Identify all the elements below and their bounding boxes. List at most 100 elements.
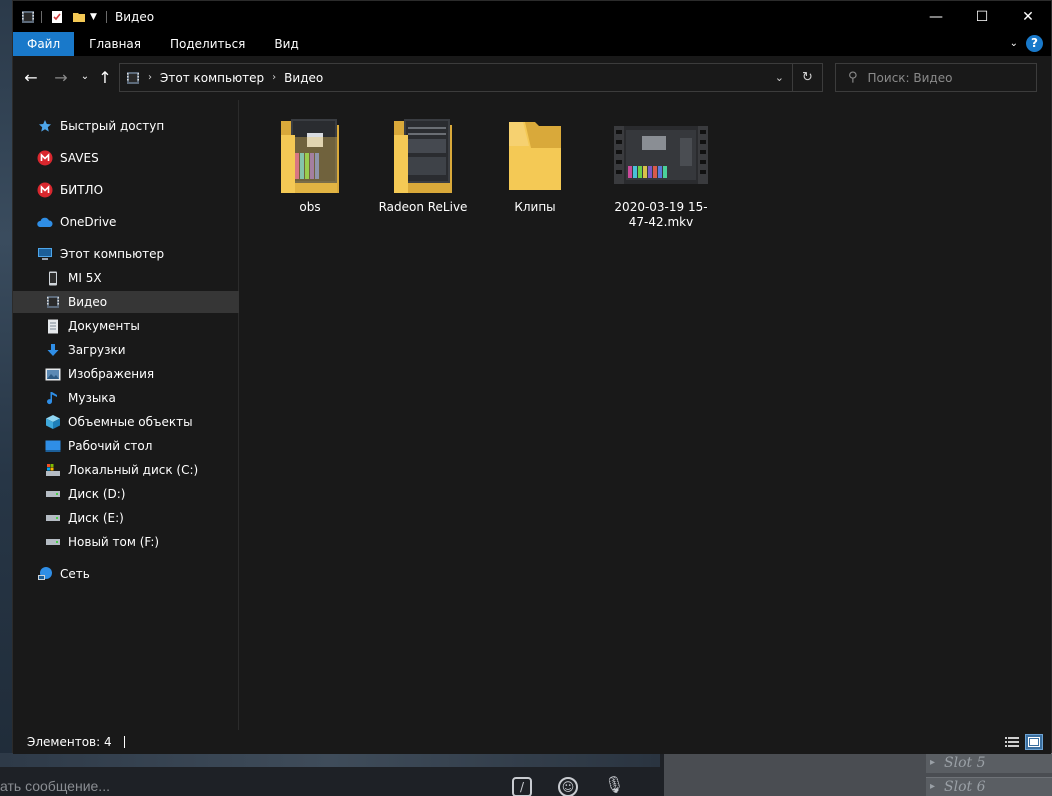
- close-button[interactable]: ✕: [1005, 1, 1051, 32]
- window-controls: — ☐ ✕: [913, 1, 1051, 32]
- sidebar-item-drive-c[interactable]: Локальный диск (C:): [13, 459, 239, 481]
- sidebar-item-pictures[interactable]: Изображения: [13, 363, 239, 385]
- large-icons-view-icon[interactable]: [1025, 734, 1043, 750]
- background-message-input[interactable]: ать сообщение...: [0, 778, 500, 796]
- phone-icon: [45, 270, 61, 286]
- sidebar-item-mi5x[interactable]: MI 5X: [13, 267, 239, 289]
- system-drive-icon: [45, 462, 61, 478]
- microphone-icon[interactable]: 🎙: [604, 777, 624, 796]
- sidebar-item-label: Диск (D:): [68, 487, 126, 501]
- up-arrow-icon[interactable]: ↑: [95, 68, 115, 87]
- tab-home[interactable]: Главная: [74, 32, 155, 56]
- breadcrumb-chevron-icon[interactable]: ›: [148, 72, 152, 83]
- emoji-icon[interactable]: ☺: [558, 777, 578, 796]
- sidebar-item-label: Объемные объекты: [68, 415, 193, 429]
- folder-icon: [487, 112, 583, 198]
- item-count: Элементов: 4: [27, 735, 112, 749]
- video-thumbnail-icon: [613, 112, 709, 198]
- sidebar-item-music[interactable]: Музыка: [13, 387, 239, 409]
- ribbon-expand-icon[interactable]: ⌄: [1010, 38, 1018, 49]
- desktop-icon: [45, 438, 61, 454]
- maximize-button[interactable]: ☐: [959, 1, 1005, 32]
- title-separator: [106, 10, 107, 23]
- drive-icon: [45, 486, 61, 502]
- star-icon: [37, 118, 53, 134]
- sidebar-item-drive-d[interactable]: Диск (D:): [13, 483, 239, 505]
- sidebar-item-label: Локальный диск (C:): [68, 463, 199, 477]
- help-icon[interactable]: ?: [1026, 35, 1043, 52]
- title-separator: [41, 10, 42, 23]
- new-folder-icon[interactable]: [72, 10, 86, 24]
- tab-view[interactable]: Вид: [259, 32, 312, 56]
- title-bar: ▼ Видео — ☐ ✕: [13, 1, 1051, 32]
- sidebar-item-quick-access[interactable]: Быстрый доступ: [13, 115, 239, 137]
- file-item-radeon-relive[interactable]: Radeon ReLive: [375, 112, 471, 215]
- file-label: obs: [299, 200, 321, 214]
- document-icon: [45, 318, 61, 334]
- mega-icon: [37, 182, 53, 198]
- sidebar-item-label: Музыка: [68, 391, 116, 405]
- sidebar-item-3d-objects[interactable]: Объемные объекты: [13, 411, 239, 433]
- recent-locations-chevron-icon[interactable]: ⌄: [75, 71, 95, 82]
- tab-share[interactable]: Поделиться: [155, 32, 259, 56]
- refresh-icon[interactable]: ↻: [792, 64, 822, 91]
- slot-item[interactable]: Slot 5: [926, 753, 1052, 773]
- background-app-bar: ать сообщение... / ☺ 🎙 Slot 5 Slot 6: [0, 753, 1052, 796]
- sidebar-item-drive-e[interactable]: Диск (E:): [13, 507, 239, 529]
- download-icon: [45, 342, 61, 358]
- sidebar-item-this-pc[interactable]: Этот компьютер: [13, 243, 239, 265]
- address-dropdown-icon[interactable]: ⌄: [775, 71, 784, 84]
- cube-icon: [45, 414, 61, 430]
- sidebar-item-video[interactable]: Видео: [13, 291, 239, 313]
- search-icon: ⚲: [848, 70, 858, 85]
- sidebar-item-label: Документы: [68, 319, 140, 333]
- tab-file[interactable]: Файл: [13, 32, 75, 56]
- drive-icon: [45, 510, 61, 526]
- navigation-pane: Быстрый доступ SAVES БИТЛО OneDrive Этот…: [13, 100, 239, 730]
- file-item-obs[interactable]: obs: [262, 112, 358, 215]
- sidebar-item-label: OneDrive: [60, 215, 117, 229]
- mega-icon: [37, 150, 53, 166]
- sidebar-item-label: БИТЛО: [60, 183, 104, 197]
- address-bar[interactable]: › Этот компьютер › Видео ⌄ ↻: [119, 63, 823, 92]
- sidebar-item-label: MI 5X: [68, 271, 102, 285]
- sidebar-item-saves[interactable]: SAVES: [13, 147, 239, 169]
- sidebar-item-label: Загрузки: [68, 343, 126, 357]
- breadcrumb-video[interactable]: Видео: [284, 71, 323, 85]
- folder-preview-icon: [262, 112, 358, 198]
- background-strip: [0, 753, 660, 767]
- background-slots-panel: Slot 5 Slot 6: [664, 753, 1052, 796]
- sidebar-item-bitlo[interactable]: БИТЛО: [13, 179, 239, 201]
- search-input[interactable]: [867, 70, 1028, 85]
- video-folder-icon: [21, 10, 35, 24]
- view-switcher: [1003, 734, 1043, 750]
- ribbon-right-controls: ⌄ ?: [1010, 35, 1043, 52]
- breadcrumb-chevron-icon[interactable]: ›: [272, 72, 276, 83]
- forward-arrow-icon[interactable]: →: [51, 68, 71, 87]
- quick-access-dropdown-icon[interactable]: ▼: [90, 10, 100, 24]
- network-icon: [37, 566, 53, 582]
- file-label: Клипы: [514, 200, 556, 214]
- minimize-button[interactable]: —: [913, 1, 959, 32]
- sidebar-item-label: Быстрый доступ: [60, 119, 165, 133]
- picture-icon: [45, 366, 61, 382]
- properties-icon[interactable]: [50, 10, 64, 24]
- sidebar-item-desktop[interactable]: Рабочий стол: [13, 435, 239, 457]
- details-view-icon[interactable]: [1003, 734, 1021, 750]
- sidebar-item-documents[interactable]: Документы: [13, 315, 239, 337]
- slash-command-icon[interactable]: /: [512, 777, 532, 796]
- sidebar-item-label: Видео: [68, 295, 108, 309]
- search-box[interactable]: ⚲: [835, 63, 1037, 92]
- file-label: Radeon ReLive: [378, 200, 468, 214]
- sidebar-item-drive-f[interactable]: Новый том (F:): [13, 531, 239, 553]
- slot-item[interactable]: Slot 6: [926, 777, 1052, 796]
- sidebar-item-network[interactable]: Сеть: [13, 563, 239, 585]
- file-item-video-mkv[interactable]: 2020-03-19 15-47-42.mkv: [613, 112, 709, 230]
- folder-preview-icon: [375, 112, 471, 198]
- sidebar-item-downloads[interactable]: Загрузки: [13, 339, 239, 361]
- breadcrumb-this-pc[interactable]: Этот компьютер: [160, 71, 264, 85]
- file-item-clips[interactable]: Клипы: [487, 112, 583, 215]
- back-arrow-icon[interactable]: ←: [21, 68, 41, 87]
- sidebar-item-onedrive[interactable]: OneDrive: [13, 211, 239, 233]
- desktop-background-left: [0, 0, 12, 796]
